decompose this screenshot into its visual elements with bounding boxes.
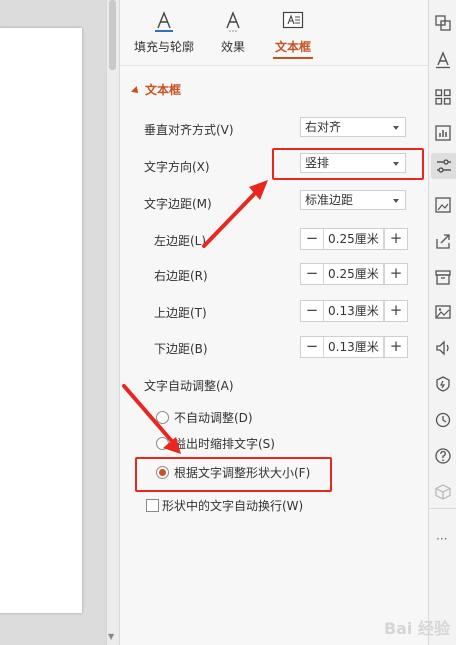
right-toolbar: ··· [428,0,456,645]
cube-icon[interactable] [434,483,452,501]
watermark: Bai 经验 [383,619,450,638]
shield-icon[interactable] [434,375,452,393]
grid-icon[interactable] [434,88,452,106]
audio-icon[interactable] [434,339,452,357]
history-icon[interactable] [434,411,452,429]
picture-icon[interactable] [434,303,452,321]
properties-button[interactable] [431,153,456,179]
archive-icon[interactable] [434,268,452,286]
chart-icon[interactable] [434,124,452,142]
image-format-icon[interactable] [434,196,452,214]
annotation-arrows [122,180,268,454]
text-style-icon[interactable] [434,51,452,69]
share-icon[interactable] [434,232,452,250]
more-icon[interactable]: ··· [436,532,447,546]
toolbar-divider [429,508,456,509]
arrow-icon [122,384,181,454]
sliders-icon [437,159,451,173]
arrow-icon [202,180,268,248]
help-icon[interactable] [434,447,452,465]
shape-swap-icon[interactable] [434,14,452,32]
